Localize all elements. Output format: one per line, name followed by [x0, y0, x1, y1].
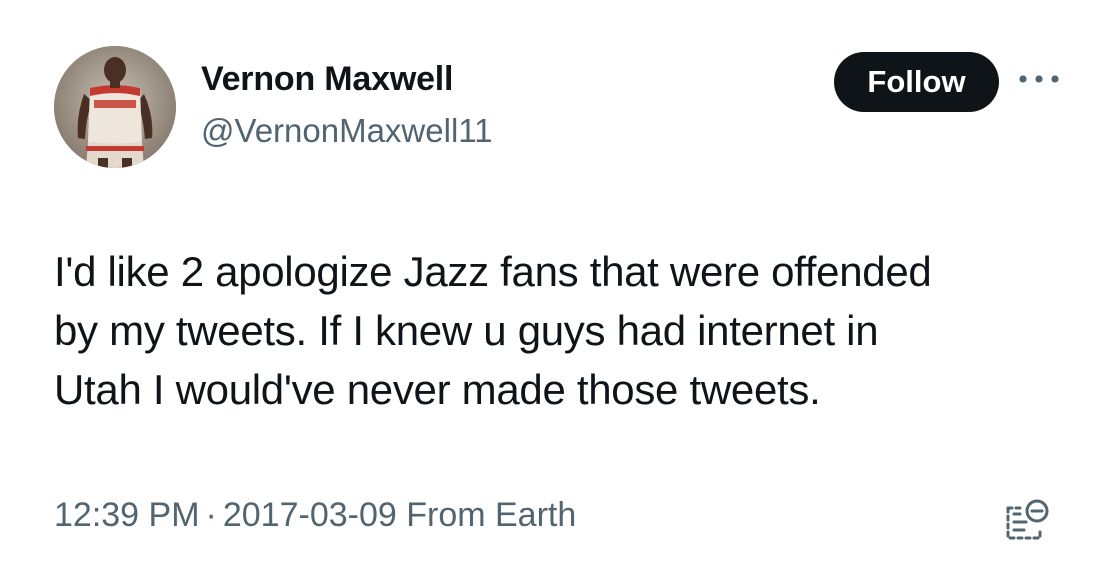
meta-separator: ·: [205, 496, 217, 534]
tweet-metadata: 12:39 PM · 2017-03-09 From Earth: [54, 496, 576, 535]
tweet-text-line: Utah I would've never made those tweets.: [54, 366, 821, 413]
view-details-icon: [1006, 499, 1049, 540]
player-avatar-icon: [54, 46, 176, 168]
tweet-card: Vernon Maxwell @VernonMaxwell11 Follow I…: [0, 0, 1102, 567]
display-name[interactable]: Vernon Maxwell: [201, 60, 453, 99]
more-options-button[interactable]: [1013, 64, 1065, 94]
tweet-date-source: 2017-03-09 From Earth: [222, 496, 577, 534]
view-details-button[interactable]: [1000, 494, 1052, 546]
tweet-text: I'd like 2 apologize Jazz fans that were…: [54, 242, 1064, 419]
user-handle[interactable]: @VernonMaxwell11: [201, 112, 493, 150]
avatar[interactable]: [54, 46, 176, 168]
follow-button[interactable]: Follow: [834, 52, 999, 112]
ellipsis-icon: [1019, 75, 1059, 83]
tweet-time[interactable]: 12:39 PM: [54, 496, 200, 534]
tweet-text-line: by my tweets. If I knew u guys had inter…: [54, 307, 879, 354]
tweet-text-line: I'd like 2 apologize Jazz fans that were…: [54, 248, 932, 295]
